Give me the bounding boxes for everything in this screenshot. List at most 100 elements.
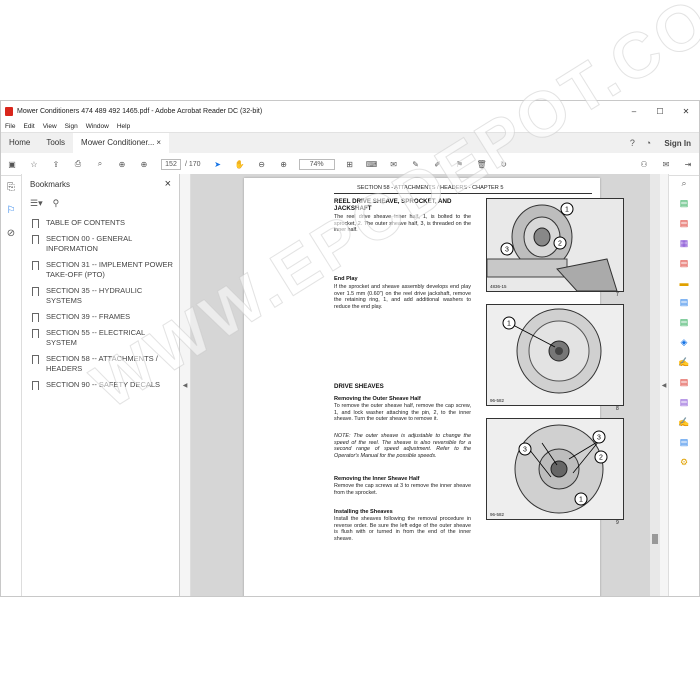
rotate-icon[interactable]: ↻ [493,160,515,169]
bookmark-star-icon[interactable]: ☆ [23,160,45,169]
edit-pdf-icon[interactable]: ▤ [680,258,689,269]
comment-icon[interactable]: ✉ [383,160,405,169]
bookmark-item[interactable]: SECTION 90 -- SAFETY DECALS [22,378,179,394]
protect-icon[interactable]: ◈ [681,337,688,348]
bookmarks-icon[interactable]: ⚐ [7,205,16,216]
bookmark-options-icon[interactable]: ☰▾ [30,198,43,209]
collapse-right-panel-icon[interactable]: ◀ [660,174,668,596]
bookmark-icon [32,355,39,364]
menu-help[interactable]: Help [117,123,130,130]
page-thumbnails-icon[interactable]: ⎘ [7,182,15,193]
figure-8: 1 96-582 [486,304,624,406]
note-text: NOTE: The outer sheave is adjustable to … [334,433,471,459]
redact-icon[interactable]: ▤ [680,437,689,448]
menu-sign[interactable]: Sign [65,123,78,130]
page-total: / 170 [185,160,201,168]
close-bookmarks-icon[interactable]: × [165,178,171,190]
sign-in-button[interactable]: Sign In [656,139,699,148]
highlight-icon[interactable]: ✎ [405,160,427,169]
prev-page-icon[interactable]: ⊕ [111,160,133,169]
send-icon[interactable]: ⇥ [677,160,699,169]
zoom-out-icon[interactable]: ⊖ [251,160,273,169]
email-icon[interactable]: ✉ [655,160,677,169]
bookmark-icon [32,235,39,244]
fill-sign-icon[interactable]: ✍ [678,357,689,368]
draw-icon[interactable]: ✐ [427,160,449,169]
page-navigator: 152 / 170 [161,158,201,170]
keyboard-icon[interactable]: ⌨ [361,160,383,169]
hand-tool-icon[interactable]: ✋ [229,160,251,169]
sign-icon[interactable]: ✍ [678,417,689,428]
bookmark-item[interactable]: SECTION 58 -- ATTACHMENTS / HEADERS [22,352,179,378]
bookmark-item[interactable]: SECTION 31 -- IMPLEMENT POWER TAKE-OFF (… [22,258,179,284]
install-title: Installing the Sheaves [334,509,393,515]
share-icon[interactable]: ⚇ [633,160,655,169]
close-window-button[interactable]: ✕ [673,107,699,116]
bookmark-icon [32,287,39,296]
upload-icon[interactable]: ⇪ [45,160,67,169]
bookmarks-toolbar: ☰▾ ⚲ [22,194,179,212]
figure-8-number: 8 [616,406,619,412]
delete-icon[interactable]: 🗑 [471,160,493,169]
prepare-form-icon[interactable]: ▤ [680,397,689,408]
maximize-button[interactable]: ☐ [647,107,673,116]
bookmark-item[interactable]: SECTION 55 -- ELECTRICAL SYSTEM [22,326,179,352]
document-viewer[interactable]: SECTION 58 - ATTACHMENTS / HEADERS - CHA… [191,174,660,596]
tab-home[interactable]: Home [1,133,38,153]
figure-9-illustration: 3 2 3 1 [487,419,623,519]
vertical-scrollbar[interactable] [650,174,660,596]
export-pdf-icon[interactable]: ▤ [680,198,689,209]
send-for-signature-icon[interactable]: ▤ [680,377,689,388]
bookmark-item[interactable]: SECTION 35 -- HYDRAULIC SYSTEMS [22,284,179,310]
help-icon[interactable]: ? [624,138,640,148]
select-tool-icon[interactable]: ➤ [207,160,229,169]
figure-9-code: 96-582 [490,512,505,517]
organize-pages-icon[interactable]: ▦ [680,238,689,249]
create-pdf-icon[interactable]: ▤ [680,218,689,229]
header-rule [334,193,592,194]
next-page-icon[interactable]: ⊕ [133,160,155,169]
bookmark-item[interactable]: SECTION 39 -- FRAMES [22,310,179,326]
zoom-in-icon[interactable]: ⊕ [273,160,295,169]
tab-tools[interactable]: Tools [38,133,73,153]
print-icon[interactable]: ⎙ [67,159,89,169]
collapse-left-panel-icon[interactable]: ◀ [180,174,191,596]
figure-7: 1 2 3 4836-15 [486,198,624,292]
compress-icon[interactable]: ▤ [680,317,689,328]
menu-window[interactable]: Window [86,123,109,130]
bookmark-item[interactable]: SECTION 00 - GENERAL INFORMATION [22,232,179,258]
comment-tool-icon[interactable]: ▬ [680,278,689,288]
page-number-input[interactable]: 152 [161,158,181,170]
zoom-level-select[interactable]: 74% [298,158,335,170]
menu-view[interactable]: View [43,123,57,130]
combine-files-icon[interactable]: ▤ [680,297,689,308]
workspace: ⎘ ⚐ ⊘ Bookmarks × ☰▾ ⚲ TABLE OF CONTENTS… [1,174,699,596]
callout-1: 1 [507,321,511,328]
save-icon[interactable]: ▣ [1,160,23,169]
bookmark-icon [32,329,39,338]
bookmark-item[interactable]: TABLE OF CONTENTS [22,216,179,232]
bookmarks-title: Bookmarks [30,179,71,189]
menu-bar: File Edit View Sign Window Help [1,121,699,132]
fit-page-icon[interactable]: ⊞ [339,160,361,169]
more-tools-icon[interactable]: ⚙ [680,457,688,468]
menu-edit[interactable]: Edit [23,123,34,130]
stamp-icon[interactable]: ⚑ [449,160,471,169]
acrobat-logo-icon [5,106,13,116]
menu-file[interactable]: File [5,123,15,130]
search-tool-icon[interactable]: ⌕ [681,178,686,189]
tab-document[interactable]: Mower Conditioner... × [73,133,170,153]
figure-9: 3 2 3 1 96-582 [486,418,624,520]
minimize-button[interactable]: – [621,107,647,116]
bell-icon[interactable]: ◔ [640,138,656,148]
acrobat-window: Mower Conditioners 474 489 492 1465.pdf … [0,100,700,597]
search-icon[interactable]: ⌕ [89,159,111,169]
remove-inner-title: Removing the Inner Sheave Half [334,476,420,482]
callout-2: 2 [599,455,603,462]
bookmark-search-icon[interactable]: ⚲ [53,198,60,209]
scrollbar-thumb[interactable] [652,534,658,544]
remove-outer-title: Removing the Outer Sheave Half [334,396,421,402]
figure-7-number: 7 [616,292,619,298]
tab-close-icon[interactable]: × [156,133,161,153]
attachments-icon[interactable]: ⊘ [7,228,15,239]
